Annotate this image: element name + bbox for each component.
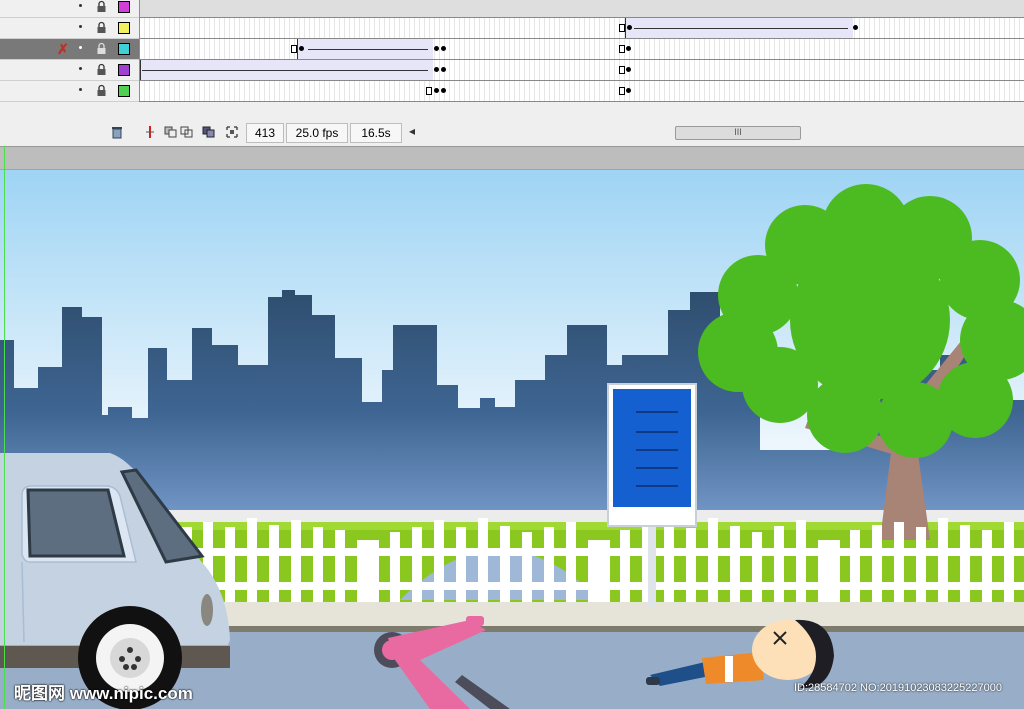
frame-rate-field[interactable]: 25.0 fps xyxy=(286,123,348,143)
tween-arrow xyxy=(308,49,428,50)
frame-row[interactable] xyxy=(140,18,1024,39)
lock-icon[interactable] xyxy=(96,84,107,97)
keyframe[interactable] xyxy=(434,67,439,72)
scroll-left-arrow[interactable]: ◂ xyxy=(409,124,415,138)
lock-icon[interactable] xyxy=(96,0,107,13)
keyframe[interactable] xyxy=(441,88,446,93)
onion-outline-icon[interactable] xyxy=(180,125,194,139)
timeline-toolbar: 413 25.0 fps 16.5s ◂ III xyxy=(0,120,1024,146)
layer-row[interactable] xyxy=(0,60,139,81)
lock-icon[interactable] xyxy=(96,63,107,76)
watermark-logo: 昵图网 www.nipic.com xyxy=(14,684,193,703)
layer-row[interactable] xyxy=(0,81,139,102)
visibility-dot-icon[interactable] xyxy=(79,25,82,28)
pencil-crossed-icon: ✗ xyxy=(57,41,69,57)
keyframe[interactable] xyxy=(441,67,446,72)
layer-row-selected[interactable]: ✗ xyxy=(0,39,139,60)
keyframe[interactable] xyxy=(434,46,439,51)
onion-skin-icon[interactable] xyxy=(164,125,178,139)
onion-markers-icon[interactable] xyxy=(225,125,239,139)
visibility-dot-icon[interactable] xyxy=(79,67,82,70)
keyframe[interactable] xyxy=(627,25,632,30)
stage-guide-horizontal xyxy=(0,169,1024,170)
lock-icon[interactable] xyxy=(96,21,107,34)
frame-row[interactable] xyxy=(140,0,1024,18)
keyframe[interactable] xyxy=(434,88,439,93)
visibility-dot-icon[interactable] xyxy=(79,88,82,91)
trash-icon[interactable] xyxy=(110,125,124,139)
pasteboard xyxy=(0,146,1024,171)
layer-row[interactable] xyxy=(0,0,139,18)
keyframe[interactable] xyxy=(626,46,631,51)
watermark-id: ID:28584702 NO:20191023083225227000 xyxy=(794,682,1002,694)
timeline-panel: ✗ 413 25.0 fps 16.5s ◂ III xyxy=(0,0,1024,146)
flash-editor: ✗ 413 25.0 fps 16.5s ◂ III 昵图网 www.nipic… xyxy=(0,0,1024,709)
empty-keyframe[interactable] xyxy=(619,87,625,95)
empty-keyframe[interactable] xyxy=(619,66,625,74)
visibility-dot-icon[interactable] xyxy=(79,4,82,7)
current-frame-field[interactable]: 413 xyxy=(246,123,284,143)
tween-arrow xyxy=(634,28,848,29)
layer-list: ✗ xyxy=(0,0,140,102)
frame-row[interactable] xyxy=(140,81,1024,102)
keyframe[interactable] xyxy=(441,46,446,51)
layer-color-swatch[interactable] xyxy=(118,43,130,55)
frame-row[interactable] xyxy=(140,60,1024,81)
layer-row[interactable] xyxy=(0,18,139,39)
empty-keyframe[interactable] xyxy=(619,45,625,53)
layer-color-swatch[interactable] xyxy=(118,64,130,76)
center-frame-icon[interactable] xyxy=(143,125,157,139)
timeline-scrollbar-thumb[interactable]: III xyxy=(675,126,801,140)
stage-guide-vertical xyxy=(4,146,5,709)
layer-color-swatch[interactable] xyxy=(118,85,130,97)
lock-icon[interactable] xyxy=(96,42,107,55)
elapsed-time-field: 16.5s xyxy=(350,123,402,143)
layer-color-swatch[interactable] xyxy=(118,1,130,13)
frame-grid[interactable] xyxy=(140,0,1024,102)
edit-multiple-frames-icon[interactable] xyxy=(202,125,216,139)
empty-keyframe[interactable] xyxy=(426,87,432,95)
keyframe[interactable] xyxy=(626,88,631,93)
visibility-dot-icon[interactable] xyxy=(79,46,82,49)
keyframe[interactable] xyxy=(299,46,304,51)
keyframe[interactable] xyxy=(853,25,858,30)
tween-arrow xyxy=(142,70,428,71)
layer-color-swatch[interactable] xyxy=(118,22,130,34)
stage-canvas[interactable] xyxy=(0,170,1024,709)
keyframe[interactable] xyxy=(626,67,631,72)
frame-row[interactable] xyxy=(140,39,1024,60)
